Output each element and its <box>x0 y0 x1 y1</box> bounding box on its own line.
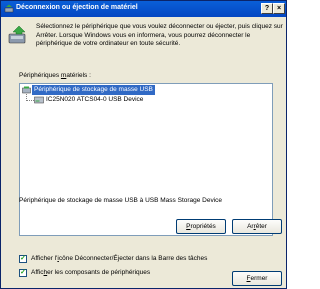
show-components-label: Afficher les composants de périphériques <box>31 269 151 276</box>
show-components-checkbox[interactable]: ✓ <box>19 269 27 277</box>
device-ic25n020[interactable]: IC25N020 ATCS04-0 USB Device <box>46 95 143 105</box>
show-icon-label: Afficher l'icône Déconnecter/Éjecter dan… <box>31 255 208 262</box>
properties-button[interactable]: Propriétés <box>176 219 226 234</box>
device-usb-mass-storage[interactable]: Périphérique de stockage de masse USB <box>32 85 155 95</box>
hard-disk-icon <box>34 96 44 104</box>
safely-remove-hardware-dialog: Déconnexion ou éjection de matériel ? × … <box>0 0 287 289</box>
remove-hardware-icon <box>8 25 26 44</box>
help-button[interactable]: ? <box>261 3 273 14</box>
hardware-eject-icon <box>4 4 14 13</box>
device-description: Périphérique de stockage de masse USB à … <box>19 197 223 204</box>
instructions-text: Sélectionnez le périphérique que vous vo… <box>36 23 283 47</box>
title-bar: Déconnexion ou éjection de matériel ? × <box>1 1 286 17</box>
close-window-button[interactable]: × <box>273 3 285 14</box>
tree-connector-horizontal <box>26 100 34 101</box>
stop-button[interactable]: Arrêter <box>232 219 282 234</box>
usb-storage-icon <box>22 86 31 94</box>
device-tree[interactable]: Périphérique de stockage de masse USB IC… <box>19 83 273 236</box>
close-button[interactable]: Fermer <box>232 271 282 286</box>
show-icon-checkbox[interactable]: ✓ <box>19 255 27 263</box>
devices-label: Périphériques matériels : <box>19 72 91 79</box>
window-title: Déconnexion ou éjection de matériel <box>16 4 138 11</box>
